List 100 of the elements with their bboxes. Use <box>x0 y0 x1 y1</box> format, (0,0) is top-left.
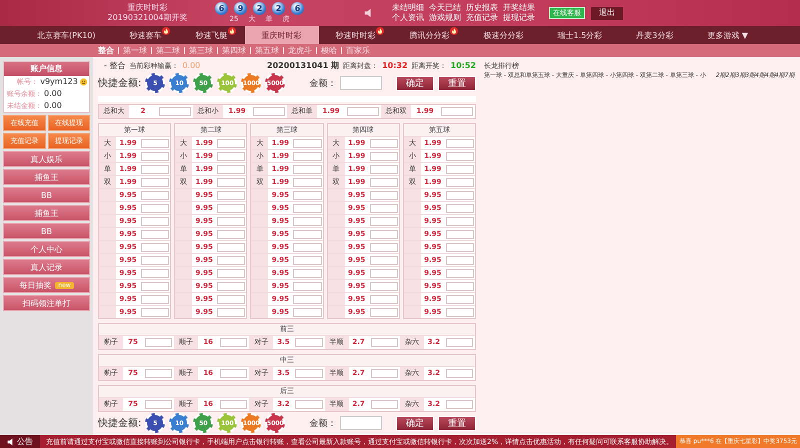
bet-field[interactable] <box>293 164 322 174</box>
bet-field[interactable] <box>145 338 172 347</box>
bet-field[interactable] <box>293 294 322 304</box>
bet-field[interactable] <box>159 107 191 116</box>
bet-field[interactable] <box>370 178 398 186</box>
bet-field[interactable] <box>293 242 322 252</box>
bet-field[interactable] <box>141 190 170 200</box>
menu-button[interactable]: BB <box>3 187 90 203</box>
bet-field[interactable] <box>293 308 322 316</box>
bet-field[interactable] <box>441 107 473 116</box>
menu-button[interactable]: 真人记录 <box>3 259 90 275</box>
menu-button[interactable]: 扫码领注单打 <box>3 295 90 311</box>
bet-field[interactable] <box>141 268 170 278</box>
bet-field[interactable] <box>293 190 322 200</box>
bet-field[interactable] <box>217 190 246 200</box>
bet-field[interactable] <box>370 282 398 290</box>
reset-button[interactable]: 重置 <box>438 76 476 90</box>
bet-field[interactable] <box>295 338 323 347</box>
bet-field[interactable] <box>370 152 398 160</box>
game-tab[interactable]: 极速分分彩 <box>466 26 540 44</box>
bet-field[interactable] <box>347 107 379 116</box>
bet-field[interactable] <box>370 190 398 200</box>
bet-field[interactable] <box>370 138 398 148</box>
bet-field[interactable] <box>141 178 170 186</box>
bet-field[interactable] <box>253 107 285 116</box>
bet-field[interactable] <box>446 282 474 290</box>
amount-field[interactable] <box>340 76 382 90</box>
bet-field[interactable] <box>293 282 322 290</box>
bet-field[interactable] <box>446 308 474 316</box>
bet-field[interactable] <box>217 282 246 290</box>
bet-field[interactable] <box>293 138 322 148</box>
bet-field[interactable] <box>446 216 474 226</box>
bet-field[interactable] <box>217 308 246 316</box>
header-link[interactable]: 开奖结果 <box>503 3 535 13</box>
bet-field[interactable] <box>370 268 398 278</box>
bet-field[interactable] <box>141 138 170 148</box>
bet-field[interactable] <box>145 400 172 409</box>
header-link[interactable]: 今天已结 <box>429 3 461 13</box>
game-tab[interactable]: 重庆时时彩 <box>244 26 318 44</box>
header-link[interactable]: 提现记录 <box>503 13 535 23</box>
bet-field[interactable] <box>141 308 170 316</box>
bet-field[interactable] <box>217 268 246 278</box>
header-link[interactable]: 充值记录 <box>466 13 498 23</box>
header-link[interactable]: 未结明细 <box>392 3 424 13</box>
bet-field[interactable] <box>141 294 170 304</box>
bet-field[interactable] <box>370 230 398 238</box>
bet-field[interactable] <box>446 256 474 264</box>
menu-button[interactable]: 真人娱乐 <box>3 151 90 167</box>
header-link[interactable]: 个人资讯 <box>392 13 424 23</box>
play-tab[interactable]: 第四球 <box>222 45 246 56</box>
bet-field[interactable] <box>217 256 246 264</box>
game-tab[interactable]: 丹麦3分彩 <box>619 26 690 44</box>
bet-field[interactable] <box>370 400 398 409</box>
game-tab[interactable]: 秒速赛车 <box>112 26 178 44</box>
bet-field[interactable] <box>293 268 322 278</box>
bet-field[interactable] <box>217 294 246 304</box>
bet-field[interactable] <box>370 294 398 304</box>
bet-field[interactable] <box>217 138 246 148</box>
bet-field[interactable] <box>446 178 474 186</box>
bet-field[interactable] <box>293 152 322 160</box>
bet-field[interactable] <box>293 204 322 212</box>
bet-field[interactable] <box>141 204 170 212</box>
bet-field[interactable] <box>141 152 170 160</box>
bet-field[interactable] <box>217 152 246 160</box>
bet-field[interactable] <box>370 204 398 212</box>
bet-field[interactable] <box>220 369 248 378</box>
game-tab[interactable]: 腾讯分分彩 <box>392 26 466 44</box>
game-tab[interactable]: 北京赛车(PK10) <box>20 26 112 44</box>
play-tab[interactable]: 第三球 <box>189 45 213 56</box>
bet-field[interactable] <box>370 242 398 252</box>
bet-field[interactable] <box>293 216 322 226</box>
bet-field[interactable] <box>370 308 398 316</box>
bet-field[interactable] <box>370 256 398 264</box>
bet-field[interactable] <box>370 164 398 174</box>
menu-button[interactable]: 捕鱼王 <box>3 169 90 185</box>
bet-field[interactable] <box>217 204 246 212</box>
bet-field[interactable] <box>370 369 398 378</box>
game-tab[interactable]: 秒速时时彩 <box>318 26 392 44</box>
play-tab[interactable]: 梭哈 <box>321 45 337 56</box>
play-tab[interactable]: 百家乐 <box>346 45 370 56</box>
bet-field[interactable] <box>446 338 473 347</box>
reset-button[interactable]: 重置 <box>438 416 476 430</box>
bet-field[interactable] <box>446 369 473 378</box>
bet-field[interactable] <box>141 230 170 238</box>
bet-field[interactable] <box>446 400 473 409</box>
bet-field[interactable] <box>220 400 248 409</box>
amount-field[interactable] <box>340 416 382 430</box>
game-tab[interactable]: 秒速飞艇 <box>178 26 244 44</box>
bet-field[interactable] <box>141 256 170 264</box>
bet-field[interactable] <box>141 282 170 290</box>
confirm-button[interactable]: 确定 <box>396 76 434 90</box>
menu-button[interactable]: 捕鱼王 <box>3 205 90 221</box>
bet-field[interactable] <box>145 369 172 378</box>
bet-field[interactable] <box>217 242 246 252</box>
bet-field[interactable] <box>217 178 246 186</box>
play-tab[interactable]: 第五球 <box>255 45 279 56</box>
header-link[interactable]: 游戏规则 <box>429 13 461 23</box>
play-tab[interactable]: 整合 <box>98 45 114 56</box>
play-tab[interactable]: 第二球 <box>156 45 180 56</box>
bet-field[interactable] <box>446 164 474 174</box>
